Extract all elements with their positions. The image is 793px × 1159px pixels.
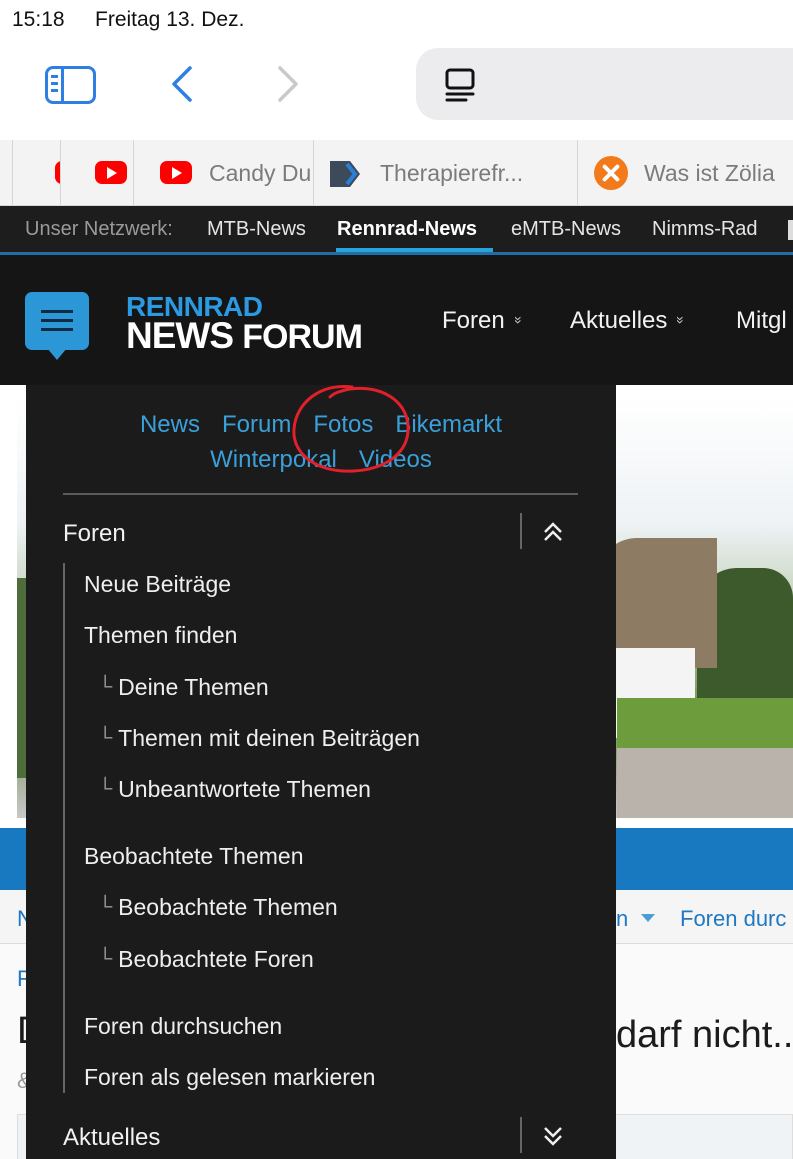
network-bar: Unser Netzwerk: MTB-News Rennrad-News eM… <box>0 206 793 252</box>
menu-divider <box>63 493 578 495</box>
chevron-down-icon: » <box>673 316 690 324</box>
nav-mitglieder[interactable]: Mitgl <box>736 307 787 335</box>
tree-corner: └ <box>98 778 113 800</box>
sidebar-toggle-icon[interactable] <box>45 66 96 104</box>
section-separator <box>520 513 522 549</box>
browser-toolbar <box>0 40 793 140</box>
back-arrow-icon[interactable] <box>168 64 198 104</box>
nav-aktuelles[interactable]: Aktuelles » <box>570 307 689 335</box>
caret-down-icon <box>641 914 655 922</box>
tab-label: Was ist Zölia <box>644 160 775 186</box>
tree-corner: └ <box>98 896 113 918</box>
browser-tab[interactable]: Therapierefr... <box>313 140 577 206</box>
network-link-partial <box>788 220 793 240</box>
menu-item-beobachtete-themen[interactable]: └ Beobachtete Themen <box>98 894 338 921</box>
browser-tab[interactable] <box>60 140 133 206</box>
section-aktuelles-header[interactable]: Aktuelles <box>63 1117 578 1157</box>
tree-guide-line <box>63 563 65 1093</box>
tree-corner: └ <box>98 676 113 698</box>
nav-aktuelles-label: Aktuelles <box>570 307 668 334</box>
browser-tab[interactable]: Was ist Zölia <box>577 140 793 206</box>
menu-item-themen-finden[interactable]: Themen finden <box>84 622 237 649</box>
menu-item-label: Themen mit deinen Beiträgen <box>118 725 420 751</box>
tab-overview-icon[interactable] <box>444 68 476 102</box>
site-header: RENNRAD NEWS FORUM Foren» Aktuelles» Mit… <box>0 252 793 385</box>
network-link-rennrad[interactable]: Rennrad-News <box>337 218 477 241</box>
quick-link-news[interactable]: News <box>140 411 200 438</box>
network-link-nimmsrad[interactable]: Nimms-Rad <box>652 218 758 241</box>
chevron-down-icon: » <box>510 316 527 324</box>
menu-item-label: Beobachtete Themen <box>118 894 338 920</box>
quick-link-forum[interactable]: Forum <box>222 411 291 438</box>
nav-foren-label: Foren <box>442 307 505 334</box>
menu-item-foren-durchsuchen[interactable]: Foren durchsuchen <box>84 1013 282 1040</box>
therapie-icon <box>330 161 360 187</box>
menu-item-label: Unbeantwortete Themen <box>118 776 371 802</box>
menu-item-deine-themen[interactable]: └ Deine Themen <box>98 674 269 701</box>
logo-news: NEWS <box>126 315 234 356</box>
zoeliakie-icon <box>594 156 628 190</box>
subnav-item-partial[interactable]: n <box>616 906 628 932</box>
status-time: 15:18 <box>12 8 65 31</box>
network-label: Unser Netzwerk: <box>25 218 173 240</box>
tree-corner: └ <box>98 948 113 970</box>
subnav-forum-search[interactable]: Foren durc <box>680 906 786 932</box>
page-title-right: darf nicht... <box>616 1014 793 1056</box>
network-link-mtb[interactable]: MTB-News <box>207 218 306 241</box>
browser-tab[interactable]: Candy Du <box>133 140 313 206</box>
nav-foren[interactable]: Foren » <box>442 307 527 335</box>
youtube-icon <box>160 161 192 184</box>
menu-item-foren-gelesen[interactable]: Foren als gelesen markieren <box>84 1064 375 1091</box>
tab-label: Candy Du <box>209 160 312 186</box>
logo-news-forum[interactable]: NEWS FORUM <box>126 315 363 357</box>
menu-icon[interactable] <box>25 292 89 360</box>
menu-item-unbeantwortete-themen[interactable]: └ Unbeantwortete Themen <box>98 776 371 803</box>
tab-label: Therapierefr... <box>380 160 524 186</box>
tab-strip: Candy Du Therapierefr... Was ist Zölia <box>0 140 793 206</box>
section-aktuelles-title: Aktuelles <box>63 1124 161 1151</box>
section-foren-header[interactable]: Foren <box>63 513 578 553</box>
red-circle-annotation <box>292 385 410 473</box>
section-foren-title: Foren <box>63 520 126 547</box>
status-date: Freitag 13. Dez. <box>95 8 245 31</box>
menu-item-neue-beitraege[interactable]: Neue Beiträge <box>84 571 231 598</box>
menu-item-beobachtete-foren[interactable]: └ Beobachtete Foren <box>98 946 314 973</box>
youtube-icon <box>95 161 127 184</box>
status-bar: 15:18 Freitag 13. Dez. <box>0 0 793 40</box>
address-bar[interactable] <box>416 48 793 120</box>
menu-item-beobachtete-themen-group[interactable]: Beobachtete Themen <box>84 843 304 870</box>
menu-item-label: Beobachtete Foren <box>118 946 314 972</box>
tree-corner: └ <box>98 727 113 749</box>
chevron-up-double-icon[interactable] <box>538 517 568 547</box>
network-link-emtb[interactable]: eMTB-News <box>511 218 621 241</box>
section-separator <box>520 1117 522 1153</box>
forward-arrow-icon[interactable] <box>272 64 302 104</box>
chevron-down-double-icon[interactable] <box>538 1121 568 1151</box>
browser-tab[interactable] <box>12 140 60 206</box>
logo-forum: FORUM <box>242 318 363 356</box>
menu-item-themen-mit-beitraegen[interactable]: └ Themen mit deinen Beiträgen <box>98 725 420 752</box>
offcanvas-menu: News Forum Fotos Bikemarkt Winterpokal Video… <box>26 385 616 1159</box>
nav-mitglieder-label: Mitgl <box>736 307 787 334</box>
menu-item-label: Deine Themen <box>118 674 269 700</box>
